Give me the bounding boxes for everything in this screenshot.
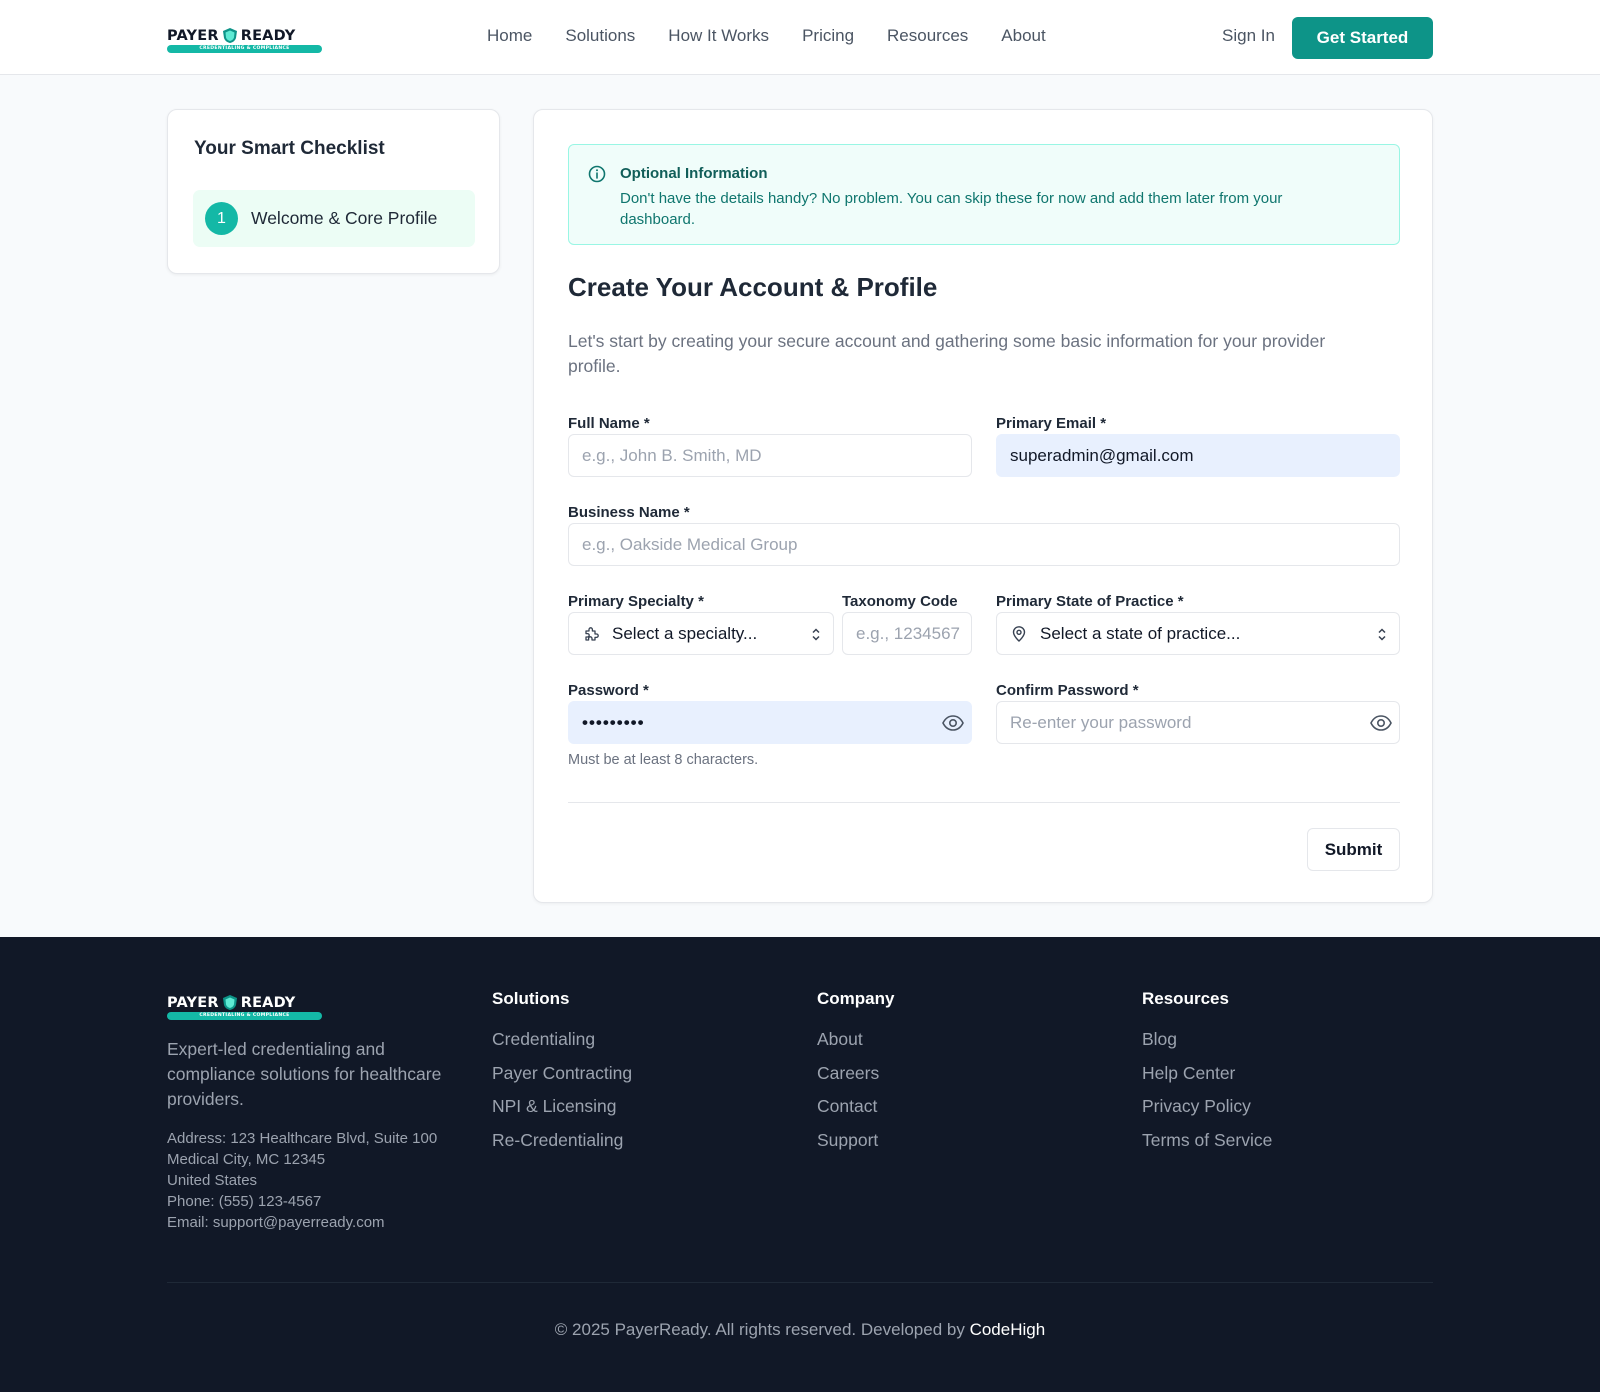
full-name-input[interactable]: e.g., John B. Smith, MD bbox=[568, 434, 972, 477]
phone-line: Phone: (555) 123-4567 bbox=[167, 1193, 322, 1210]
footer-link[interactable]: Blog bbox=[1142, 1029, 1272, 1063]
chevron-up-down-icon bbox=[1378, 628, 1386, 641]
footer-tagline: Expert-led credentialing and compliance … bbox=[167, 1039, 442, 1109]
email-value: superadmin@gmail.com bbox=[1010, 445, 1194, 465]
eye-icon[interactable] bbox=[941, 712, 965, 734]
state-select[interactable]: Select a state of practice... bbox=[996, 612, 1400, 655]
footer-link[interactable]: Re-Credentialing bbox=[492, 1130, 632, 1164]
footer-col-title: Resources bbox=[1142, 989, 1229, 1008]
info-title: Optional Information bbox=[620, 165, 768, 182]
footer-link[interactable]: Terms of Service bbox=[1142, 1130, 1272, 1164]
nav-how-it-works[interactable]: How It Works bbox=[668, 26, 769, 46]
submit-button[interactable]: Submit bbox=[1307, 828, 1400, 871]
brand-name-right: READY bbox=[240, 27, 296, 44]
business-name-input[interactable]: e.g., Oakside Medical Group bbox=[568, 523, 1400, 566]
full-name-placeholder: e.g., John B. Smith, MD bbox=[582, 445, 762, 465]
sign-in-link[interactable]: Sign In bbox=[1222, 26, 1275, 46]
footer-col-resources: Resources Blog Help Center Privacy Polic… bbox=[1142, 989, 1272, 1163]
footer-col-company: Company About Careers Contact Support bbox=[817, 989, 894, 1163]
checklist-item-welcome[interactable]: 1 Welcome & Core Profile bbox=[193, 190, 475, 247]
business-name-placeholder: e.g., Oakside Medical Group bbox=[582, 534, 798, 554]
shield-icon bbox=[222, 995, 237, 1010]
confirm-password-placeholder: Re-enter your password bbox=[1010, 712, 1192, 732]
site-header: PAYER READY CREDENTIALING & COMPLIANCE H… bbox=[0, 0, 1600, 75]
checklist-title: Your Smart Checklist bbox=[194, 138, 385, 159]
footer-link[interactable]: Careers bbox=[817, 1063, 894, 1097]
chevron-up-down-icon bbox=[812, 628, 820, 641]
state-value: Select a state of practice... bbox=[1040, 623, 1241, 643]
optional-info-alert: Optional Information Don't have the deta… bbox=[568, 144, 1400, 245]
brand-tagline: CREDENTIALING & COMPLIANCE bbox=[167, 1012, 322, 1020]
brand-name-left: PAYER bbox=[167, 27, 219, 44]
footer-link[interactable]: Help Center bbox=[1142, 1063, 1272, 1097]
info-circle-icon bbox=[588, 165, 606, 183]
main-nav: Home Solutions How It Works Pricing Reso… bbox=[487, 26, 1079, 46]
step-number-badge: 1 bbox=[205, 202, 238, 235]
site-footer: PAYER READY CREDENTIALING & COMPLIANCE E… bbox=[0, 937, 1600, 1392]
developer-link[interactable]: CodeHigh bbox=[970, 1320, 1046, 1339]
form-title: Create Your Account & Profile bbox=[568, 272, 938, 302]
footer-link[interactable]: Credentialing bbox=[492, 1029, 632, 1063]
eye-icon[interactable] bbox=[1369, 712, 1393, 734]
map-pin-icon bbox=[1012, 625, 1026, 642]
confirm-password-label: Confirm Password * bbox=[996, 682, 1139, 699]
taxonomy-placeholder: e.g., 1234567 bbox=[856, 623, 960, 643]
address-line: United States bbox=[167, 1172, 258, 1189]
footer-brand-logo[interactable]: PAYER READY CREDENTIALING & COMPLIANCE bbox=[167, 994, 323, 1022]
address-line: Medical City, MC 12345 bbox=[167, 1151, 326, 1168]
brand-logo[interactable]: PAYER READY CREDENTIALING & COMPLIANCE bbox=[167, 27, 323, 55]
password-input[interactable]: ••••••••• bbox=[568, 701, 972, 744]
nav-home[interactable]: Home bbox=[487, 26, 532, 46]
copyright: © 2025 PayerReady. All rights reserved. … bbox=[0, 1320, 1600, 1340]
nav-about[interactable]: About bbox=[1001, 26, 1045, 46]
footer-divider bbox=[167, 1282, 1433, 1283]
confirm-password-input[interactable]: Re-enter your password bbox=[996, 701, 1400, 744]
password-label: Password * bbox=[568, 682, 649, 699]
puzzle-icon bbox=[585, 626, 599, 641]
email-label: Primary Email * bbox=[996, 415, 1107, 432]
address-line: Address: 123 Healthcare Blvd, Suite 100 bbox=[167, 1130, 438, 1147]
brand-tagline: CREDENTIALING & COMPLIANCE bbox=[167, 45, 322, 53]
specialty-label: Primary Specialty * bbox=[568, 593, 704, 610]
get-started-button[interactable]: Get Started bbox=[1292, 17, 1433, 59]
profile-form-card: Optional Information Don't have the deta… bbox=[533, 109, 1433, 903]
copyright-text: © 2025 PayerReady. All rights reserved. … bbox=[554, 1320, 965, 1339]
form-divider bbox=[568, 802, 1400, 803]
email-input[interactable]: superadmin@gmail.com bbox=[996, 434, 1400, 477]
footer-link[interactable]: Payer Contracting bbox=[492, 1063, 632, 1097]
business-name-label: Business Name * bbox=[568, 504, 690, 521]
info-text: Don't have the details handy? No problem… bbox=[620, 190, 1283, 228]
password-value: ••••••••• bbox=[582, 712, 645, 732]
checklist-card: Your Smart Checklist 1 Welcome & Core Pr… bbox=[167, 109, 500, 274]
state-label: Primary State of Practice * bbox=[996, 593, 1184, 610]
footer-link[interactable]: Support bbox=[817, 1130, 894, 1164]
footer-link[interactable]: NPI & Licensing bbox=[492, 1096, 632, 1130]
specialty-select[interactable]: Select a specialty... bbox=[568, 612, 834, 655]
password-hint: Must be at least 8 characters. bbox=[568, 752, 759, 768]
nav-solutions[interactable]: Solutions bbox=[565, 26, 635, 46]
specialty-value: Select a specialty... bbox=[612, 623, 758, 643]
footer-link[interactable]: About bbox=[817, 1029, 894, 1063]
checklist-item-label: Welcome & Core Profile bbox=[251, 208, 438, 228]
email-line: Email: support@payerready.com bbox=[167, 1214, 385, 1231]
shield-icon bbox=[222, 28, 237, 43]
brand-name-left: PAYER bbox=[167, 994, 219, 1011]
footer-link[interactable]: Contact bbox=[817, 1096, 894, 1130]
full-name-label: Full Name * bbox=[568, 415, 650, 432]
nav-resources[interactable]: Resources bbox=[887, 26, 968, 46]
footer-address: Address: 123 Healthcare Blvd, Suite 100 … bbox=[167, 1128, 437, 1233]
taxonomy-label: Taxonomy Code bbox=[842, 593, 958, 610]
footer-col-title: Solutions bbox=[492, 989, 570, 1008]
taxonomy-input[interactable]: e.g., 1234567 bbox=[842, 612, 972, 655]
form-description: Let's start by creating your secure acco… bbox=[568, 331, 1326, 376]
footer-col-title: Company bbox=[817, 989, 895, 1008]
footer-col-solutions: Solutions Credentialing Payer Contractin… bbox=[492, 989, 632, 1163]
nav-pricing[interactable]: Pricing bbox=[802, 26, 854, 46]
footer-link[interactable]: Privacy Policy bbox=[1142, 1096, 1272, 1130]
brand-name-right: READY bbox=[240, 994, 296, 1011]
